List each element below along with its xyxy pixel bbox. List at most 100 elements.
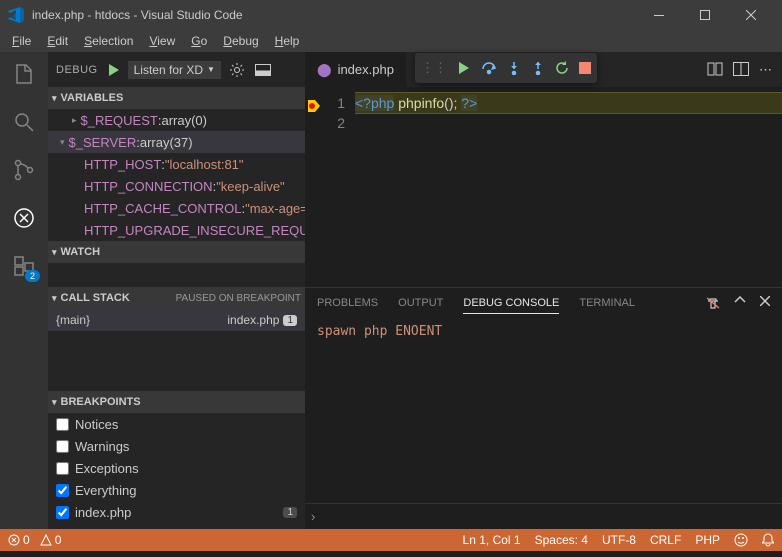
frame-name: {main}	[56, 313, 90, 327]
tab-problems[interactable]: PROBLEMS	[317, 293, 378, 313]
collapse-panel-icon[interactable]	[734, 296, 746, 310]
tab-label: index.php	[338, 62, 394, 77]
restart-button[interactable]	[555, 61, 569, 75]
breakpoint-checkbox[interactable]	[56, 440, 69, 453]
breakpoint-label: Exceptions	[75, 461, 139, 476]
stop-button[interactable]	[579, 62, 591, 74]
callstack-section-header[interactable]: ▾CALL STACKPAUSED ON BREAKPOINT	[48, 287, 305, 309]
clear-console-icon[interactable]	[706, 296, 720, 310]
tab-terminal[interactable]: TERMINAL	[579, 293, 635, 313]
tab-output[interactable]: OUTPUT	[398, 293, 443, 313]
breakpoints-list: Notices Warnings Exceptions Everything index…	[48, 413, 305, 523]
variable-row[interactable]: HTTP_CACHE_CONTROL: "max-age=…	[48, 197, 305, 219]
breakpoint-checkbox[interactable]	[56, 506, 69, 519]
explorer-icon[interactable]	[10, 60, 38, 88]
menu-go[interactable]: Go	[183, 32, 215, 50]
menu-view[interactable]: View	[141, 32, 183, 50]
breakpoint-line: 1	[283, 507, 297, 518]
extensions-icon[interactable]: 2	[10, 252, 38, 280]
frame-file: index.php	[227, 313, 279, 327]
debug-console-toggle-icon[interactable]	[253, 62, 273, 78]
status-errors[interactable]: 0	[8, 533, 30, 547]
drag-handle-icon[interactable]: ⋮⋮	[421, 60, 447, 76]
status-warnings[interactable]: 0	[40, 533, 62, 547]
editor-area: ⬤ index.php ⋮⋮ ⋯ 1 2	[305, 52, 782, 529]
status-language[interactable]: PHP	[695, 533, 720, 547]
debug-label: DEBUG	[56, 64, 98, 76]
search-icon[interactable]	[10, 108, 38, 136]
variables-tree: ▸$_REQUEST: array(0)▾$_SERVER: array(37)…	[48, 109, 305, 241]
step-into-button[interactable]	[507, 61, 521, 75]
vscode-icon	[8, 7, 24, 23]
breakpoint-label: index.php	[75, 505, 131, 520]
variable-row[interactable]: ▸$_REQUEST: array(0)	[48, 109, 305, 131]
status-feedback-icon[interactable]	[734, 533, 748, 547]
breakpoint-label: Everything	[75, 483, 136, 498]
debug-icon[interactable]	[10, 204, 38, 232]
editor-actions: ⋯	[707, 62, 782, 78]
panel-tabs: PROBLEMS OUTPUT DEBUG CONSOLE TERMINAL	[305, 288, 782, 318]
tab-index-php[interactable]: ⬤ index.php	[305, 52, 406, 87]
bottom-panel: PROBLEMS OUTPUT DEBUG CONSOLE TERMINAL s…	[305, 287, 782, 529]
close-button[interactable]	[728, 0, 774, 30]
menu-help[interactable]: Help	[267, 32, 308, 50]
status-eol[interactable]: CRLF	[650, 533, 681, 547]
gutter: 1 2	[305, 87, 355, 287]
editor-tabs: ⬤ index.php ⋮⋮ ⋯	[305, 52, 782, 87]
code-line-1: <?php phpinfo(); ?>	[355, 93, 782, 113]
activity-bar: 2	[0, 52, 48, 529]
extensions-badge: 2	[25, 270, 40, 282]
breakpoint-label: Warnings	[75, 439, 129, 454]
source-control-icon[interactable]	[10, 156, 38, 184]
breakpoints-section-header[interactable]: ▾BREAKPOINTS	[48, 391, 305, 413]
breakpoint-checkbox[interactable]	[56, 462, 69, 475]
status-encoding[interactable]: UTF-8	[602, 533, 636, 547]
status-bar: 0 0 Ln 1, Col 1 Spaces: 4 UTF-8 CRLF PHP	[0, 529, 782, 551]
variable-row[interactable]: HTTP_CONNECTION: "keep-alive"	[48, 175, 305, 197]
compare-icon[interactable]	[707, 62, 723, 78]
breakpoint-row[interactable]: Everything	[48, 479, 305, 501]
close-panel-icon[interactable]	[760, 296, 770, 310]
step-out-button[interactable]	[531, 61, 545, 75]
continue-button[interactable]	[457, 61, 471, 75]
menu-file[interactable]: File	[4, 32, 39, 50]
step-over-button[interactable]	[481, 61, 497, 75]
variable-row[interactable]: HTTP_HOST: "localhost:81"	[48, 153, 305, 175]
breakpoint-row[interactable]: Notices	[48, 413, 305, 435]
split-editor-icon[interactable]	[733, 62, 749, 78]
debug-settings-icon[interactable]	[227, 60, 247, 80]
more-actions-icon[interactable]: ⋯	[759, 62, 772, 78]
menu-debug[interactable]: Debug	[215, 32, 266, 50]
code-editor[interactable]: <?php phpinfo(); ?>	[355, 87, 782, 287]
breakpoint-row[interactable]: index.php 1	[48, 501, 305, 523]
breakpoint-label: Notices	[75, 417, 118, 432]
window-title: index.php - htdocs - Visual Studio Code	[32, 8, 636, 22]
status-cursor[interactable]: Ln 1, Col 1	[463, 533, 521, 547]
debug-console-input[interactable]: ›	[305, 503, 782, 529]
start-debug-button[interactable]	[104, 61, 122, 79]
debug-console-output: spawn php ENOENT	[305, 318, 782, 503]
status-bell-icon[interactable]	[762, 533, 774, 547]
breakpoint-row[interactable]: Exceptions	[48, 457, 305, 479]
variable-row[interactable]: HTTP_UPGRADE_INSECURE_REQUEST…	[48, 219, 305, 241]
frame-line: 1	[283, 315, 297, 326]
breakpoint-row[interactable]: Warnings	[48, 435, 305, 457]
debug-header: DEBUG Listen for XD▼	[48, 52, 305, 87]
variable-row[interactable]: ▾$_SERVER: array(37)	[48, 131, 305, 153]
menu-selection[interactable]: Selection	[76, 32, 141, 50]
variables-section-header[interactable]: ▾VARIABLES	[48, 87, 305, 109]
breakpoint-checkbox[interactable]	[56, 484, 69, 497]
watch-section-header[interactable]: ▾WATCH	[48, 241, 305, 263]
tab-debug-console[interactable]: DEBUG CONSOLE	[463, 293, 559, 314]
titlebar: index.php - htdocs - Visual Studio Code	[0, 0, 782, 30]
breakpoint-checkbox[interactable]	[56, 418, 69, 431]
debug-config-dropdown[interactable]: Listen for XD▼	[128, 61, 221, 79]
debug-toolbar: ⋮⋮	[415, 53, 597, 83]
maximize-button[interactable]	[682, 0, 728, 30]
debug-sidebar: DEBUG Listen for XD▼ ▾VARIABLES ▸$_REQUE…	[48, 52, 305, 529]
status-indent[interactable]: Spaces: 4	[535, 533, 588, 547]
menubar: File Edit Selection View Go Debug Help	[0, 30, 782, 52]
minimize-button[interactable]	[636, 0, 682, 30]
callstack-frame[interactable]: {main} index.php 1	[48, 309, 305, 331]
menu-edit[interactable]: Edit	[39, 32, 76, 50]
